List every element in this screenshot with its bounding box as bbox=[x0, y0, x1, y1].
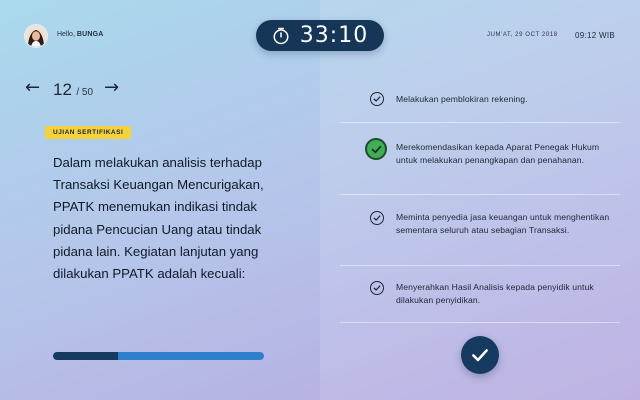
question-current-number: 12 bbox=[53, 80, 72, 99]
check-circle-icon bbox=[370, 211, 384, 225]
answer-option-text: Meminta penyedia jasa keuangan untuk men… bbox=[396, 212, 610, 235]
greeting: Hello, BUNGA bbox=[57, 31, 104, 38]
check-circle-selected-icon bbox=[365, 138, 387, 160]
option-divider bbox=[340, 194, 620, 195]
prev-question-button[interactable]: ← bbox=[25, 79, 40, 97]
question-counter: 12 / 50 bbox=[53, 80, 93, 100]
next-question-button[interactable]: → bbox=[104, 79, 119, 97]
question-total: / 50 bbox=[76, 87, 94, 98]
timer-value: 33:10 bbox=[299, 23, 369, 48]
exam-progress-bar bbox=[53, 352, 264, 360]
stopwatch-icon bbox=[273, 27, 289, 44]
answer-option-text: Melakukan pemblokiran rekening. bbox=[396, 94, 528, 104]
submit-answer-button[interactable] bbox=[461, 336, 499, 374]
check-icon bbox=[472, 349, 488, 362]
option-divider bbox=[340, 322, 620, 323]
current-time: 09:12 WIB bbox=[575, 31, 616, 40]
user-name: BUNGA bbox=[76, 31, 104, 38]
option-divider bbox=[340, 122, 620, 123]
avatar[interactable] bbox=[25, 25, 47, 47]
current-date: JUM'AT, 29 OCT 2018 bbox=[487, 32, 558, 38]
exam-progress-fill bbox=[53, 352, 119, 360]
exam-type-badge: UJIAN SERTIFIKASI bbox=[45, 126, 132, 139]
avatar-image bbox=[25, 25, 47, 47]
option-divider bbox=[340, 265, 620, 266]
answer-option-text: Merekomendasikan kepada Aparat Penegak H… bbox=[396, 142, 600, 165]
question-text: Dalam melakukan analisis terhadap Transa… bbox=[53, 155, 264, 282]
countdown-timer: 33:10 bbox=[256, 20, 384, 51]
answer-option-text: Menyerahkan Hasil Analisis kepada penyid… bbox=[396, 282, 594, 305]
check-circle-icon bbox=[370, 281, 384, 295]
greeting-prefix: Hello, bbox=[57, 31, 75, 38]
check-circle-icon bbox=[370, 92, 384, 106]
